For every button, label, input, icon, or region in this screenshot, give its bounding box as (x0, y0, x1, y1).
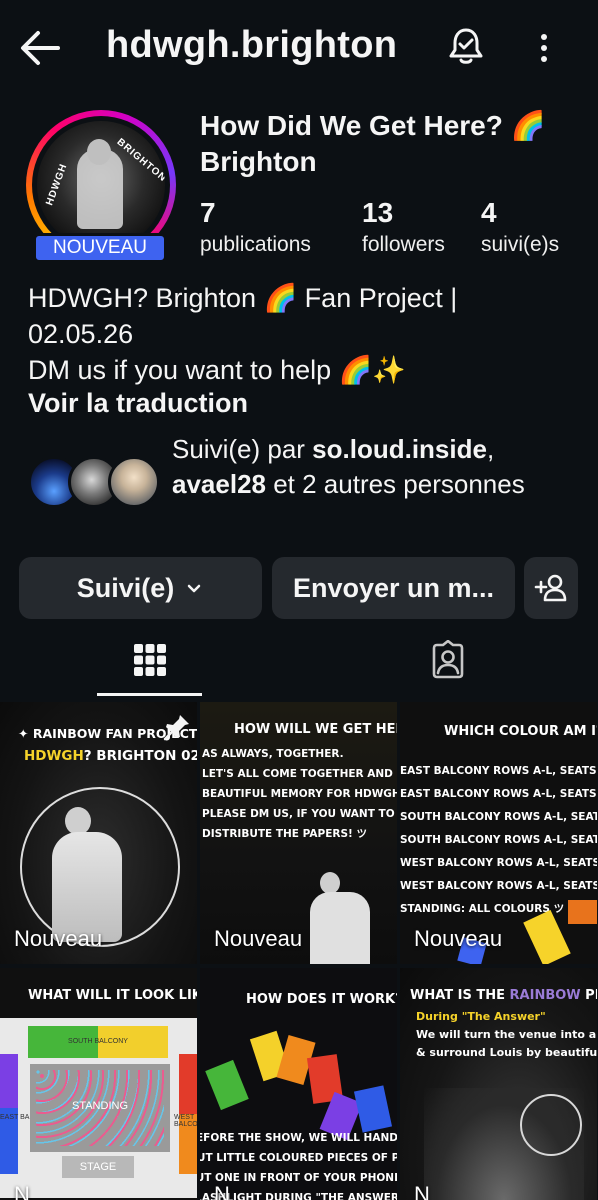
followed-by-separator: , (486, 434, 495, 464)
followed-by-user[interactable]: avael28 (172, 469, 266, 499)
stat-posts-value: 7 (200, 197, 216, 228)
post-title: WHAT WILL IT LOOK LIKE? (28, 988, 197, 1003)
west-balcony-label: WEST BALCONY (174, 1114, 197, 1128)
tab-posts-grid[interactable] (97, 630, 202, 698)
post-title: WHAT IS THE RAINBOW PROJECT? (410, 988, 597, 1003)
active-tab-indicator (97, 693, 202, 696)
post-title: WHICH COLOUR AM I? (444, 724, 597, 739)
profile-bio: HDWGH? Brighton 🌈 Fan Project | 02.05.26… (28, 280, 578, 388)
see-translation-link[interactable]: Voir la traduction (28, 388, 248, 419)
post-title: HOW WILL WE GET HERE? (234, 722, 397, 737)
stat-posts-label: publications (200, 233, 311, 256)
bio-line: 02.05.26 (28, 319, 134, 349)
top-bar: hdwgh.brighton (0, 0, 598, 96)
post-tile[interactable]: HOW WILL WE GET HERE? AS ALWAYS, TOGETHE… (200, 702, 397, 964)
tagged-person-icon (432, 640, 464, 679)
tab-tagged[interactable] (396, 630, 501, 698)
stat-posts[interactable]: 7 publications (200, 196, 311, 260)
profile-display-name: How Did We Get Here? 🌈 Brighton (200, 110, 546, 177)
post-body: During "The Answer" We will turn the ven… (416, 1010, 597, 1059)
followed-by-user[interactable]: so.loud.inside (312, 434, 487, 464)
followed-by-text[interactable]: Suivi(e) par so.loud.inside, avael28 et … (172, 432, 582, 502)
followed-by-suffix: et 2 autres personnes (265, 469, 525, 499)
following-button-label: Suivi(e) (76, 572, 175, 603)
new-badge: NOUVEAU (33, 233, 167, 263)
new-post-label: N (14, 1182, 30, 1200)
new-post-label: Nouveau (14, 926, 103, 951)
post-title: HOW DOES IT WORK? (246, 992, 397, 1007)
new-post-label: Nouveau (214, 926, 303, 951)
avatar-hdwgh-text: HDWGH (44, 161, 70, 208)
post-tile[interactable]: WHAT IS THE RAINBOW PROJECT? During "The… (400, 968, 597, 1200)
stat-followers-label: followers (362, 233, 445, 256)
post-tile[interactable]: WHAT WILL IT LOOK LIKE? SOUTH BALCONY EA… (0, 968, 197, 1200)
grid-icon (134, 644, 166, 676)
avatar-image: BRIGHTON HDWGH (37, 121, 165, 249)
new-post-label: Nouveau (414, 926, 503, 951)
standing-label: STANDING (71, 1100, 129, 1112)
south-balcony-label: SOUTH BALCONY (68, 1038, 128, 1045)
profile-username: hdwgh.brighton (106, 24, 398, 66)
stat-followers[interactable]: 13 followers (362, 196, 445, 260)
new-post-label: N (214, 1182, 230, 1200)
follower-avatar (108, 456, 160, 508)
following-button[interactable]: Suivi(e) (19, 557, 262, 619)
mutual-followers-avatars[interactable] (28, 456, 160, 510)
followed-by-prefix: Suivi(e) par (172, 434, 313, 464)
notification-bell-icon[interactable] (446, 26, 486, 66)
stat-following-label: suivi(e)s (481, 233, 560, 256)
pin-icon (163, 715, 189, 741)
post-body: AS ALWAYS, TOGETHER. LET'S ALL COME TOGE… (202, 748, 397, 840)
chevron-down-icon (188, 584, 201, 593)
stat-following[interactable]: 4 suivi(e)s (481, 196, 559, 260)
add-person-icon (534, 574, 567, 602)
post-body: EAST BALCONY ROWS A-L, SEATS 1-33: BLUE … (400, 765, 597, 915)
stat-followers-value: 13 (362, 197, 394, 228)
stage-label: STAGE (62, 1156, 134, 1178)
stat-following-value: 4 (481, 197, 497, 228)
more-options-icon[interactable] (530, 28, 558, 68)
bio-line: HDWGH? Brighton 🌈 Fan Project | (28, 283, 458, 313)
bio-line: DM us if you want to help 🌈✨ (28, 355, 406, 385)
add-person-button[interactable] (524, 557, 578, 619)
post-tile[interactable]: WHICH COLOUR AM I? EAST BALCONY ROWS A-L… (400, 702, 597, 964)
back-arrow-icon[interactable] (18, 28, 62, 68)
post-subtitle: HDWGH? BRIGHTON 02.05.26 (24, 748, 197, 764)
post-tile[interactable]: ✦ RAINBOW FAN PROJECT HDWGH? BRIGHTON 02… (0, 702, 197, 964)
post-tile[interactable]: HOW DOES IT WORK? BEFORE THE SHOW, WE WI… (200, 968, 397, 1200)
send-message-button[interactable]: Envoyer un m... (272, 557, 515, 619)
new-post-label: N (414, 1182, 430, 1200)
